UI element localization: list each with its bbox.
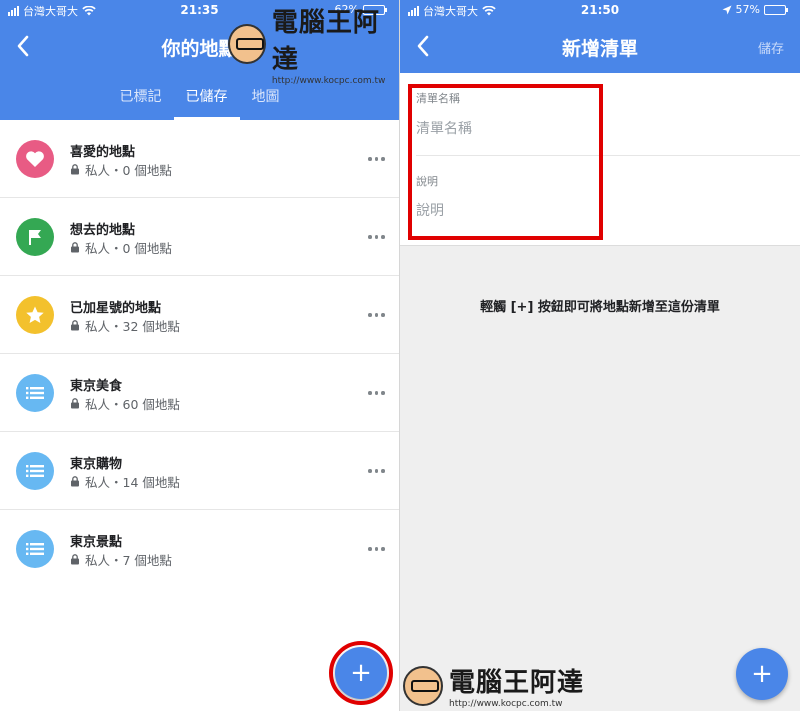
more-options-icon[interactable] [368, 385, 386, 401]
list-meta: 私人・0 個地點 [70, 160, 172, 179]
list-meta: 私人・0 個地點 [70, 238, 172, 257]
more-options-icon[interactable] [368, 541, 386, 557]
title-bar: 新增清單 儲存 [400, 26, 800, 66]
list-meta: 私人・14 個地點 [70, 472, 180, 491]
list-meta: 私人・60 個地點 [70, 394, 180, 413]
add-place-button[interactable]: + [736, 648, 788, 700]
list-name: 已加星號的地點 [70, 301, 162, 316]
list-item[interactable]: 想去的地點私人・0 個地點 [0, 198, 399, 276]
list-name: 喜愛的地點 [70, 145, 136, 160]
battery-icon [764, 4, 788, 15]
list-item[interactable]: 東京購物私人・14 個地點 [0, 432, 399, 510]
flag-icon [16, 218, 54, 256]
list-name: 想去的地點 [70, 223, 136, 238]
highlight-circle [329, 641, 393, 705]
lock-icon [71, 242, 79, 253]
tab-map[interactable]: 地圖 [240, 80, 292, 120]
lock-icon [71, 554, 79, 565]
tab-bar: 已標記 已儲存 地圖 [0, 80, 399, 120]
page-title: 新增清單 [561, 38, 638, 60]
list-meta-text: 私人・0 個地點 [85, 163, 172, 178]
tab-saved[interactable]: 已儲存 [173, 80, 240, 120]
lock-icon [71, 320, 79, 331]
list-item[interactable]: 東京美食私人・60 個地點 [0, 354, 399, 432]
app-header: 台灣大哥大 21:50 57% 新增清單 儲存 [400, 0, 800, 73]
lock-icon [71, 164, 79, 175]
empty-list-hint: 輕觸 [+] 按鈕即可將地點新增至這份清單 [480, 300, 720, 315]
save-button[interactable]: 儲存 [758, 38, 784, 57]
more-options-icon[interactable] [368, 307, 386, 323]
list-meta-text: 私人・0 個地點 [85, 241, 172, 256]
list-name: 東京購物 [70, 457, 123, 472]
watermark-title: 電腦王阿達 [271, 8, 380, 75]
heart-icon [16, 140, 54, 178]
watermark-title: 電腦王阿達 [449, 668, 585, 698]
battery-percent: 57% [735, 3, 760, 16]
list-icon [16, 374, 54, 412]
list-meta-text: 私人・7 個地點 [85, 553, 172, 568]
highlight-box [408, 84, 603, 240]
list-icon [16, 530, 54, 568]
list-name: 東京景點 [70, 535, 123, 550]
more-options-icon[interactable] [368, 151, 386, 167]
watermark-logo: 電腦王阿達 http://www.kocpc.com.tw [403, 662, 584, 709]
watermark-url: http://www.kocpc.com.tw [271, 76, 386, 86]
list-meta-text: 私人・60 個地點 [85, 397, 180, 412]
list-meta: 私人・32 個地點 [70, 316, 180, 335]
list-meta-text: 私人・14 個地點 [85, 475, 180, 490]
more-options-icon[interactable] [368, 229, 386, 245]
watermark-logo: 電腦王阿達 http://www.kocpc.com.tw [228, 2, 399, 86]
list-item[interactable]: 已加星號的地點私人・32 個地點 [0, 276, 399, 354]
list-item[interactable]: 東京景點私人・7 個地點 [0, 510, 399, 588]
saved-lists: 喜愛的地點 私人・0 個地點 想去的地點 私人・0 個地點 已加星號的地點 私人・32 個… [0, 120, 399, 588]
tab-labeled[interactable]: 已標記 [108, 80, 174, 120]
lock-icon [71, 398, 79, 409]
list-item[interactable]: 喜愛的地點私人・0 個地點 [0, 120, 399, 198]
status-bar: 台灣大哥大 21:50 57% [400, 0, 800, 20]
list-meta: 私人・7 個地點 [70, 550, 172, 569]
list-name: 東京美食 [70, 379, 123, 394]
more-options-icon[interactable] [368, 463, 386, 479]
lock-icon [71, 476, 79, 487]
mascot-icon [228, 24, 266, 64]
watermark-url: http://www.kocpc.com.tw [449, 699, 563, 709]
saved-places-screen: 台灣大哥大 21:35 62% 你的地點 已標記 已儲存 地圖 喜愛的地點 私人・… [0, 0, 400, 711]
list-meta-text: 私人・32 個地點 [85, 319, 180, 334]
list-icon [16, 452, 54, 490]
plus-icon: + [751, 659, 773, 689]
mascot-icon [403, 665, 443, 706]
location-arrow-icon [722, 5, 732, 14]
star-icon [16, 296, 54, 334]
battery-status: 57% [722, 3, 788, 16]
